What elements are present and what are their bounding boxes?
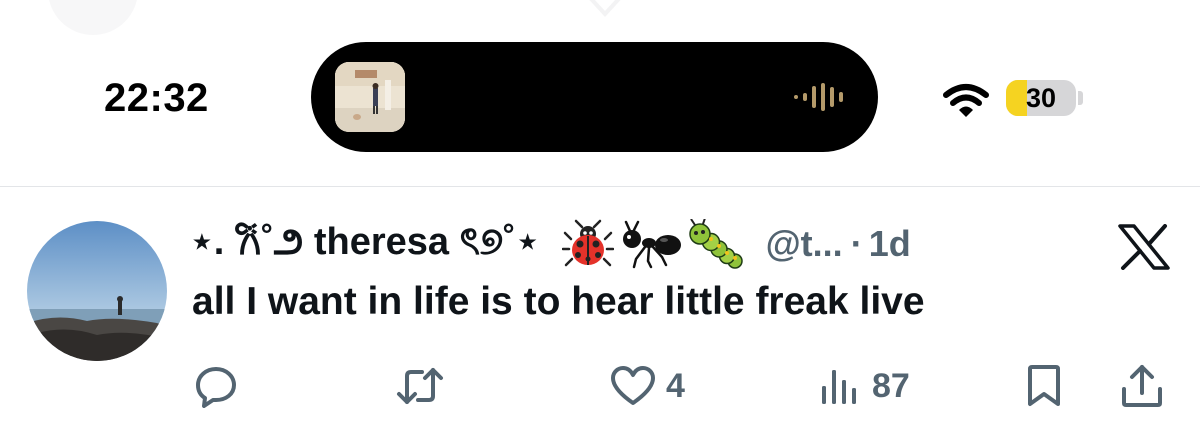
share-button[interactable] <box>1120 362 1164 410</box>
status-time: 22:32 <box>104 76 209 120</box>
timestamp[interactable]: 1d <box>869 223 911 265</box>
handle[interactable]: @t... <box>766 223 843 265</box>
ant-emoji <box>622 220 681 269</box>
views-icon <box>822 370 856 404</box>
reply-icon <box>196 367 236 408</box>
battery-nub <box>1078 91 1083 105</box>
audio-waveform-icon <box>794 83 843 111</box>
bookmark-button[interactable] <box>1024 362 1064 410</box>
battery-indicator: 30 <box>1006 80 1076 116</box>
ladybug-emoji <box>561 219 614 267</box>
tweet-header: ⋆. 𐙚˚౨ theresa ৎ୭˚⋆ @t... · 1d <box>190 218 911 270</box>
wifi-icon <box>943 84 989 117</box>
name-emojis <box>561 219 744 269</box>
battery-level: 30 <box>1025 83 1057 113</box>
status-bar: 22:32 30 <box>0 0 1200 186</box>
dot-separator: · <box>850 223 863 264</box>
display-name[interactable]: ⋆. 𐙚˚౨ theresa ৎ୭˚⋆ <box>190 212 540 276</box>
retweet-icon <box>397 368 443 404</box>
avatar[interactable] <box>27 221 167 361</box>
dynamic-island[interactable] <box>311 42 878 152</box>
share-icon <box>1122 365 1162 407</box>
tweet-text: all I want in life is to hear little fre… <box>192 280 925 323</box>
x-logo-icon[interactable] <box>1118 224 1170 270</box>
divider <box>0 186 1200 187</box>
views-button[interactable]: 87 <box>818 362 910 410</box>
like-count: 4 <box>666 366 685 405</box>
reply-button[interactable] <box>194 362 238 410</box>
caterpillar-emoji <box>688 219 743 269</box>
now-playing-album-art[interactable] <box>335 62 405 132</box>
views-count: 87 <box>872 366 910 405</box>
bookmark-icon <box>1028 365 1060 406</box>
heart-icon <box>611 366 655 405</box>
retweet-button[interactable] <box>396 362 444 410</box>
like-button[interactable]: 4 <box>610 362 685 410</box>
